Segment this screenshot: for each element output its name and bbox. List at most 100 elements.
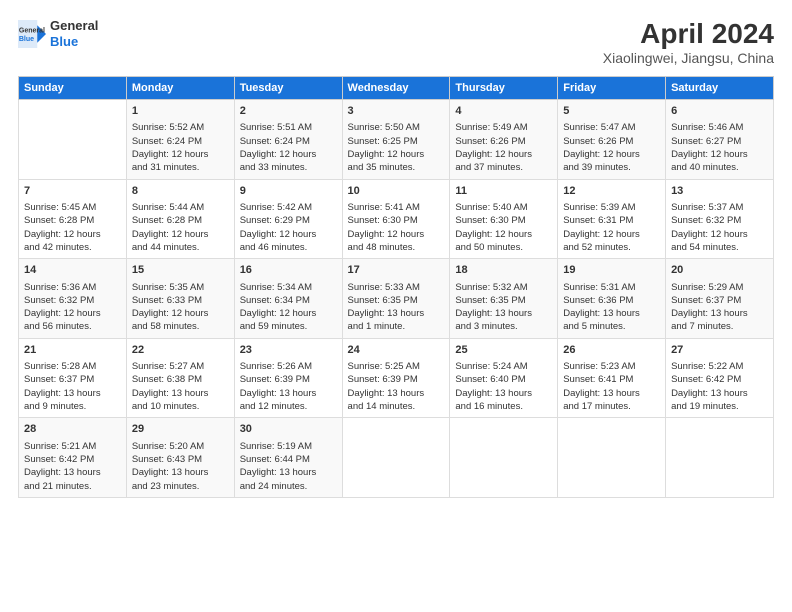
day-info-line: Daylight: 12 hours bbox=[671, 148, 768, 161]
calendar-cell: 24Sunrise: 5:25 AMSunset: 6:39 PMDayligh… bbox=[342, 338, 450, 418]
svg-text:General: General bbox=[19, 27, 45, 34]
logo-name: GeneralBlue bbox=[50, 18, 98, 49]
day-info-line: Sunrise: 5:45 AM bbox=[24, 201, 121, 214]
logo: General Blue GeneralBlue bbox=[18, 18, 98, 49]
day-info-line: and 7 minutes. bbox=[671, 320, 768, 333]
day-number: 20 bbox=[671, 263, 768, 278]
day-number: 4 bbox=[455, 104, 552, 119]
calendar-row-0: 1Sunrise: 5:52 AMSunset: 6:24 PMDaylight… bbox=[19, 100, 774, 180]
day-info-line: Daylight: 12 hours bbox=[240, 148, 337, 161]
day-number: 26 bbox=[563, 343, 660, 358]
svg-text:Blue: Blue bbox=[19, 36, 34, 43]
day-info-line: Daylight: 13 hours bbox=[348, 387, 445, 400]
day-info-line: Daylight: 13 hours bbox=[563, 387, 660, 400]
day-info-line: Daylight: 12 hours bbox=[348, 228, 445, 241]
day-info-line: Sunrise: 5:24 AM bbox=[455, 360, 552, 373]
col-header-saturday: Saturday bbox=[666, 77, 774, 100]
day-info-line: Sunset: 6:24 PM bbox=[240, 135, 337, 148]
day-info-line: Sunrise: 5:35 AM bbox=[132, 281, 229, 294]
day-info-line: and 3 minutes. bbox=[455, 320, 552, 333]
day-info-line: Sunrise: 5:40 AM bbox=[455, 201, 552, 214]
day-info-line: Sunrise: 5:34 AM bbox=[240, 281, 337, 294]
day-info-line: Sunrise: 5:36 AM bbox=[24, 281, 121, 294]
day-number: 1 bbox=[132, 104, 229, 119]
day-info-line: and 33 minutes. bbox=[240, 161, 337, 174]
day-info-line: Sunset: 6:27 PM bbox=[671, 135, 768, 148]
day-number: 29 bbox=[132, 422, 229, 437]
day-info-line: Sunrise: 5:39 AM bbox=[563, 201, 660, 214]
calendar-cell: 1Sunrise: 5:52 AMSunset: 6:24 PMDaylight… bbox=[126, 100, 234, 180]
day-info-line: and 58 minutes. bbox=[132, 320, 229, 333]
calendar-cell: 16Sunrise: 5:34 AMSunset: 6:34 PMDayligh… bbox=[234, 259, 342, 339]
calendar-cell: 27Sunrise: 5:22 AMSunset: 6:42 PMDayligh… bbox=[666, 338, 774, 418]
day-info-line: Sunset: 6:26 PM bbox=[563, 135, 660, 148]
calendar-cell: 29Sunrise: 5:20 AMSunset: 6:43 PMDayligh… bbox=[126, 418, 234, 498]
day-info-line: and 24 minutes. bbox=[240, 480, 337, 493]
day-info-line: Sunrise: 5:44 AM bbox=[132, 201, 229, 214]
day-info-line: Sunset: 6:43 PM bbox=[132, 453, 229, 466]
day-info-line: Daylight: 13 hours bbox=[240, 466, 337, 479]
day-number: 2 bbox=[240, 104, 337, 119]
calendar-cell bbox=[342, 418, 450, 498]
calendar-cell: 2 Sunrise: 5:51 AMSunset: 6:24 PMDaylight… bbox=[234, 100, 342, 180]
col-header-tuesday: Tuesday bbox=[234, 77, 342, 100]
day-info-line: Sunrise: 5:29 AM bbox=[671, 281, 768, 294]
day-info-line: and 23 minutes. bbox=[132, 480, 229, 493]
day-number: 3 bbox=[348, 104, 445, 119]
day-info-line: Sunset: 6:25 PM bbox=[348, 135, 445, 148]
day-info-line: Daylight: 12 hours bbox=[24, 307, 121, 320]
day-info-line: and 46 minutes. bbox=[240, 241, 337, 254]
calendar-cell: 23Sunrise: 5:26 AMSunset: 6:39 PMDayligh… bbox=[234, 338, 342, 418]
calendar-cell: 26Sunrise: 5:23 AMSunset: 6:41 PMDayligh… bbox=[558, 338, 666, 418]
calendar-row-2: 14Sunrise: 5:36 AMSunset: 6:32 PMDayligh… bbox=[19, 259, 774, 339]
day-info-line: Sunrise: 5:49 AM bbox=[455, 121, 552, 134]
day-info-line: Sunrise: 5:51 AM bbox=[240, 121, 337, 134]
day-info-line: Sunset: 6:34 PM bbox=[240, 294, 337, 307]
day-info-line: Sunrise: 5:23 AM bbox=[563, 360, 660, 373]
day-info-line: Sunrise: 5:21 AM bbox=[24, 440, 121, 453]
calendar-cell: 19Sunrise: 5:31 AMSunset: 6:36 PMDayligh… bbox=[558, 259, 666, 339]
day-number: 16 bbox=[240, 263, 337, 278]
day-info-line: and 16 minutes. bbox=[455, 400, 552, 413]
day-info-line: Sunrise: 5:32 AM bbox=[455, 281, 552, 294]
day-info-line: Sunset: 6:38 PM bbox=[132, 373, 229, 386]
calendar-cell: 9Sunrise: 5:42 AMSunset: 6:29 PMDaylight… bbox=[234, 179, 342, 259]
calendar-cell: 18Sunrise: 5:32 AMSunset: 6:35 PMDayligh… bbox=[450, 259, 558, 339]
day-info-line: Sunset: 6:35 PM bbox=[455, 294, 552, 307]
calendar-cell: 12Sunrise: 5:39 AMSunset: 6:31 PMDayligh… bbox=[558, 179, 666, 259]
day-info-line: Sunset: 6:35 PM bbox=[348, 294, 445, 307]
day-info-line: Daylight: 13 hours bbox=[24, 466, 121, 479]
day-info-line: Daylight: 13 hours bbox=[455, 307, 552, 320]
calendar-cell: 5Sunrise: 5:47 AMSunset: 6:26 PMDaylight… bbox=[558, 100, 666, 180]
calendar-cell bbox=[19, 100, 127, 180]
col-header-friday: Friday bbox=[558, 77, 666, 100]
day-info-line: Sunset: 6:40 PM bbox=[455, 373, 552, 386]
day-number: 7 bbox=[24, 184, 121, 199]
day-number: 17 bbox=[348, 263, 445, 278]
day-info-line: Sunrise: 5:31 AM bbox=[563, 281, 660, 294]
day-number: 25 bbox=[455, 343, 552, 358]
day-info-line: Sunrise: 5:47 AM bbox=[563, 121, 660, 134]
subtitle: Xiaolingwei, Jiangsu, China bbox=[603, 50, 774, 66]
day-info-line: Daylight: 13 hours bbox=[671, 387, 768, 400]
day-number: 9 bbox=[240, 184, 337, 199]
day-info-line: and 48 minutes. bbox=[348, 241, 445, 254]
logo-icon: General Blue bbox=[18, 20, 46, 48]
calendar-cell: 4Sunrise: 5:49 AMSunset: 6:26 PMDaylight… bbox=[450, 100, 558, 180]
calendar-cell bbox=[558, 418, 666, 498]
day-info-line: and 59 minutes. bbox=[240, 320, 337, 333]
day-number: 28 bbox=[24, 422, 121, 437]
day-info-line: Sunrise: 5:33 AM bbox=[348, 281, 445, 294]
day-info-line: and 37 minutes. bbox=[455, 161, 552, 174]
calendar-cell: 28Sunrise: 5:21 AMSunset: 6:42 PMDayligh… bbox=[19, 418, 127, 498]
day-info-line: Daylight: 12 hours bbox=[455, 148, 552, 161]
day-info-line: Daylight: 12 hours bbox=[671, 228, 768, 241]
calendar-cell: 22Sunrise: 5:27 AMSunset: 6:38 PMDayligh… bbox=[126, 338, 234, 418]
day-info-line: Daylight: 12 hours bbox=[455, 228, 552, 241]
day-info-line: Sunset: 6:33 PM bbox=[132, 294, 229, 307]
col-header-wednesday: Wednesday bbox=[342, 77, 450, 100]
calendar-cell bbox=[666, 418, 774, 498]
day-info-line: and 19 minutes. bbox=[671, 400, 768, 413]
day-info-line: and 35 minutes. bbox=[348, 161, 445, 174]
day-info-line: and 50 minutes. bbox=[455, 241, 552, 254]
